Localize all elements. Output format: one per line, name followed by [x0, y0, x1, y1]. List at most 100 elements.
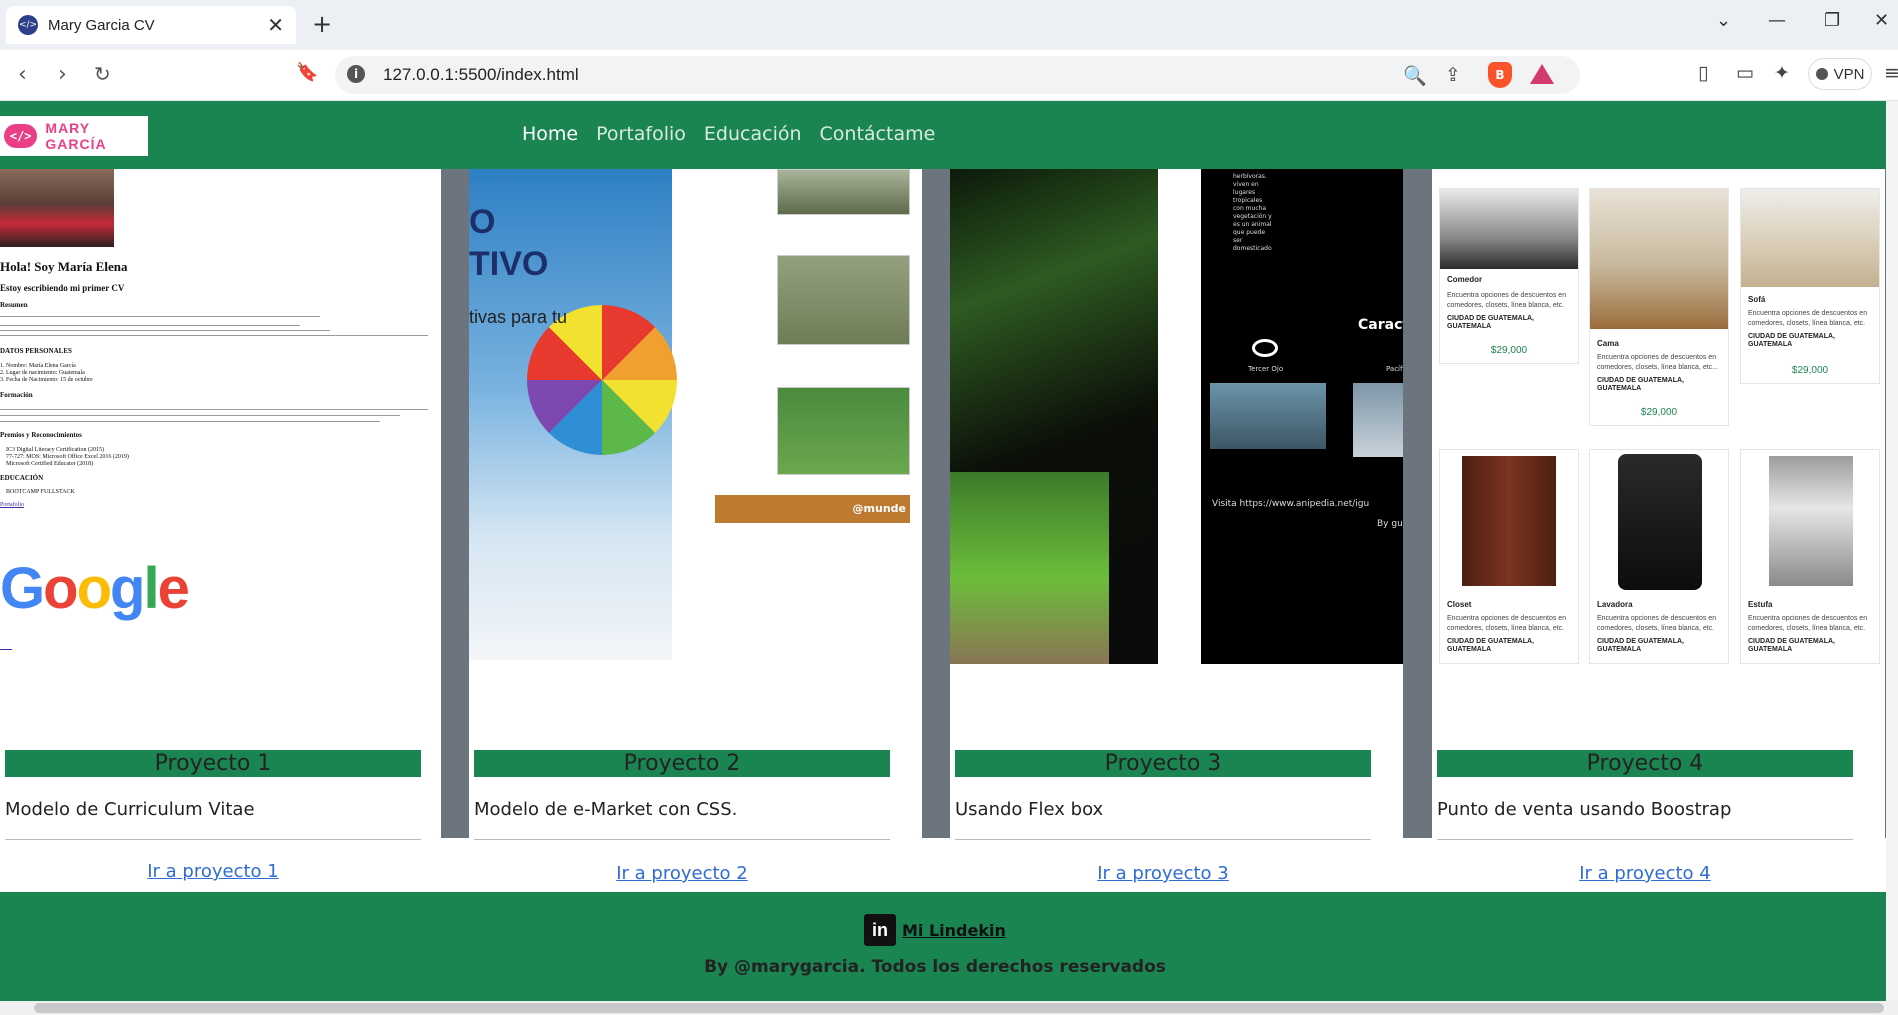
project-2-link[interactable]: Ir a proyecto 2 — [469, 863, 895, 884]
project-2-preview[interactable]: O TIVO tivas para tu @munde — [469, 169, 922, 665]
product-description: Encuentra opciones de descuentos en come… — [1447, 615, 1567, 632]
site-logo[interactable]: </> MARY GARCÍA — [0, 116, 148, 156]
product-image — [1462, 456, 1556, 586]
project-4-title: Proyecto 4 — [1437, 750, 1853, 777]
site-footer: in Mi Lindekin By @marygarcia. Todos los… — [0, 892, 1886, 1001]
card-divider — [1437, 839, 1853, 840]
project-card-1: Hola! Soy María Elena Estoy escribiendo … — [0, 169, 441, 882]
linkedin-link[interactable]: in Mi Lindekin — [864, 914, 1006, 946]
brave-shield-icon[interactable]: B — [1488, 62, 1512, 88]
restore-icon[interactable]: ❐ — [1824, 10, 1840, 31]
preview-portfolio-link: Portafolio — [0, 502, 24, 508]
google-logo: Google — [0, 556, 190, 621]
site-info-icon[interactable]: i — [347, 65, 365, 83]
share-icon[interactable]: ⇪ — [1445, 64, 1461, 86]
cyclist-thumbnail — [777, 169, 910, 215]
project-1-preview[interactable]: Hola! Soy María Elena Estoy escribiendo … — [0, 169, 441, 665]
project-4-link[interactable]: Ir a proyecto 4 — [1432, 863, 1858, 884]
browser-chrome: </> Mary Garcia CV ✕ + ⌄ — ❐ ✕ ‹ › ↻ 🔖 i… — [0, 0, 1898, 101]
vertical-scrollbar[interactable] — [1886, 101, 1898, 1001]
product-price: $29,000 — [1640, 407, 1678, 418]
card-divider — [474, 839, 890, 840]
vpn-label: VPN — [1833, 65, 1865, 83]
menu-icon[interactable]: ≡ — [1884, 62, 1898, 84]
brave-rewards-icon[interactable] — [1530, 64, 1554, 84]
preview-personal-item: 2. Lugar de nacimiento: Guatemala — [0, 370, 85, 376]
soccer-thumbnail — [777, 387, 910, 475]
tab-list-chevron-icon[interactable]: ⌄ — [1716, 10, 1731, 31]
product-description: Encuentra opciones de descuentos en come… — [1597, 615, 1717, 632]
product-image — [1618, 454, 1702, 590]
linkedin-label[interactable]: Mi Lindekin — [902, 921, 1006, 940]
preview-section-personal: DATOS PERSONALES — [0, 347, 72, 355]
close-window-icon[interactable]: ✕ — [1874, 10, 1889, 31]
project-2-description: Modelo de e-Market con CSS. — [474, 799, 738, 820]
close-tab-icon[interactable]: ✕ — [267, 13, 284, 37]
iguana-thumbnail — [1353, 383, 1403, 457]
product-description: Encuentra opciones de descuentos en come… — [1597, 354, 1719, 371]
preview-subtitle: Estoy escribiendo mi primer CV — [0, 283, 125, 293]
code-cloud-icon: </> — [4, 124, 38, 148]
product-description: Encuentra opciones de descuentos en come… — [1748, 310, 1868, 327]
preview-award: 77-727: MOS: Microsoft Office Excel 2016… — [6, 454, 129, 460]
eye-icon — [1252, 339, 1278, 357]
nav-links: Home Portafolio Educación Contáctame — [522, 123, 935, 145]
product-name: Closet — [1447, 600, 1472, 609]
project-3-link[interactable]: Ir a proyecto 3 — [950, 863, 1376, 884]
back-icon[interactable]: ‹ — [18, 62, 27, 87]
preview-section-summary: Resumen — [0, 301, 28, 309]
linkedin-icon: in — [864, 914, 896, 946]
product-card: Cama Encuentra opciones de descuentos en… — [1589, 188, 1729, 426]
horizontal-scrollbar-thumb[interactable] — [34, 1003, 1884, 1013]
product-image — [1741, 189, 1879, 287]
project-3-title: Proyecto 3 — [955, 750, 1371, 777]
sidebar-icon[interactable]: ▯ — [1698, 62, 1708, 84]
card-divider — [955, 839, 1371, 840]
vpn-status-icon — [1815, 68, 1828, 80]
product-image — [1440, 189, 1578, 269]
preview-headline-1: O — [469, 203, 496, 241]
new-tab-icon[interactable]: + — [312, 10, 332, 38]
page-content: </> MARY GARCÍA Home Portafolio Educació… — [0, 101, 1898, 1001]
preview-text-line — [0, 409, 428, 410]
preview-text-line — [0, 316, 320, 317]
product-card: Lavadora Encuentra opciones de descuento… — [1589, 449, 1729, 664]
preview-section-awards: Premios y Reconocimientos — [0, 431, 82, 439]
address-bar[interactable]: i 127.0.0.1:5500/index.html 🔍 ⇪ B — [335, 56, 1580, 94]
forward-icon[interactable]: › — [58, 62, 67, 87]
nav-contactame[interactable]: Contáctame — [820, 123, 936, 145]
preview-feature-2: Pacífi — [1386, 365, 1403, 373]
nav-home[interactable]: Home — [522, 123, 578, 145]
url-text[interactable]: 127.0.0.1:5500/index.html — [383, 65, 579, 85]
horizontal-scrollbar[interactable] — [0, 1001, 1898, 1015]
vpn-button[interactable]: VPN — [1808, 58, 1872, 90]
tab-strip: </> Mary Garcia CV ✕ + ⌄ — ❐ ✕ — [0, 0, 1898, 50]
project-1-link[interactable]: Ir a proyecto 1 — [0, 861, 426, 882]
browser-tab[interactable]: </> Mary Garcia CV ✕ — [6, 6, 296, 44]
copyright-text: By @marygarcia. Todos los derechos reser… — [704, 957, 1166, 977]
product-price: $29,000 — [1791, 365, 1829, 376]
product-card: Sofá Encuentra opciones de descuentos en… — [1740, 188, 1880, 384]
preview-feature: Tercer Ojo — [1248, 365, 1284, 373]
profile-photo — [0, 169, 114, 247]
project-card-3: herbívoras. viven en lugares tropicales … — [950, 169, 1403, 884]
preview-small-text: herbívoras. viven en lugares tropicales … — [1233, 173, 1272, 252]
leo-ai-icon[interactable]: ✦ — [1774, 62, 1790, 84]
minimize-icon[interactable]: — — [1768, 10, 1786, 31]
nav-portafolio[interactable]: Portafolio — [596, 123, 686, 145]
preview-personal-item: 1. Nombre: María Elena García — [0, 363, 76, 369]
project-3-preview[interactable]: herbívoras. viven en lugares tropicales … — [950, 169, 1403, 665]
wallet-icon[interactable]: ▭ — [1736, 62, 1754, 84]
preview-headline-2: TIVO — [469, 245, 549, 283]
nav-educacion[interactable]: Educación — [704, 123, 802, 145]
product-name: Sofá — [1748, 295, 1766, 304]
product-image — [1769, 456, 1853, 586]
zoom-icon[interactable]: 🔍 — [1403, 64, 1427, 87]
product-name: Cama — [1597, 339, 1619, 348]
reload-icon[interactable]: ↻ — [94, 62, 111, 86]
project-4-preview[interactable]: Comedor Encuentra opciones de descuentos… — [1432, 169, 1885, 665]
preview-banner: @munde — [715, 495, 910, 523]
bookmark-icon[interactable]: 🔖 — [296, 62, 318, 83]
card-divider — [5, 839, 421, 840]
preview-byline: By gu — [1377, 519, 1403, 529]
